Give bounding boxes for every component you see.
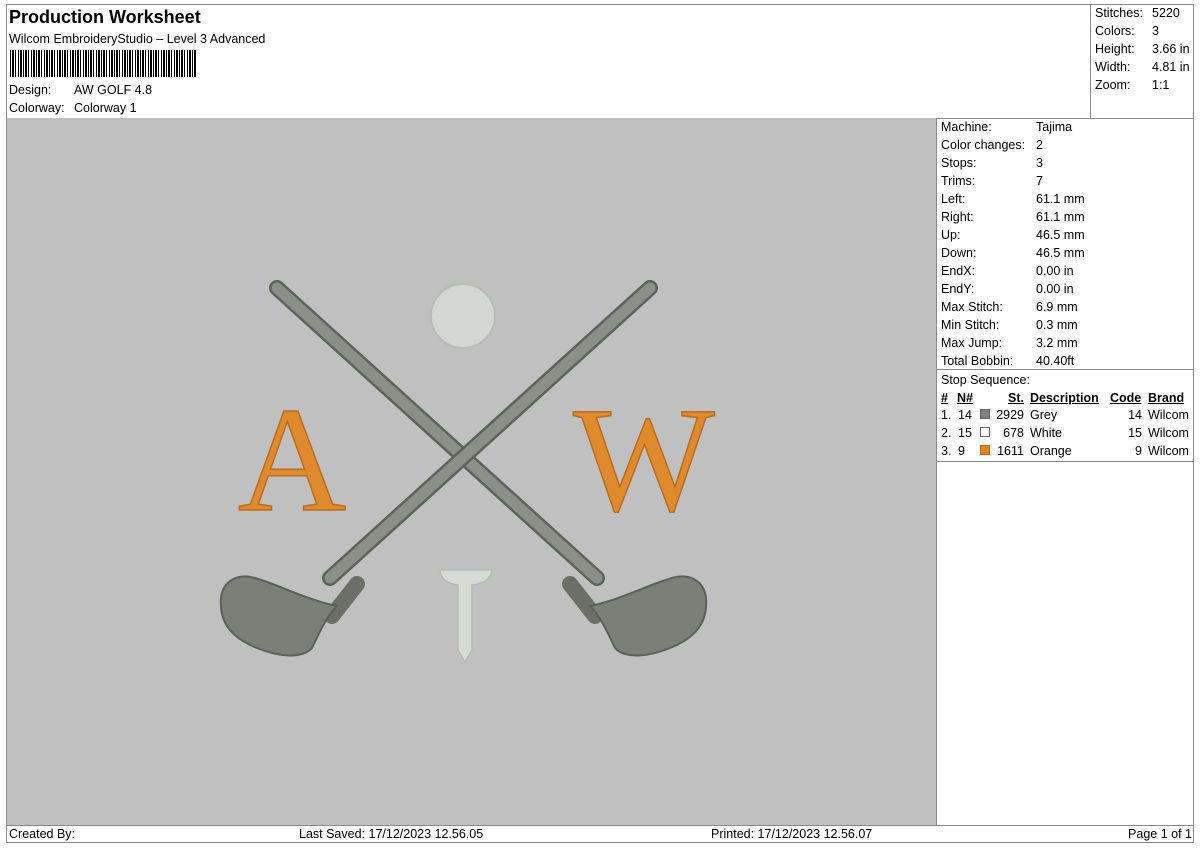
info-label-min-stitch: Min Stitch:: [941, 318, 1000, 332]
info-value-stops: 3: [1036, 156, 1043, 170]
summary-value-width: 4.81 in: [1152, 60, 1190, 74]
row-num: 2.: [941, 426, 952, 440]
row-stitches: 678: [1003, 426, 1024, 440]
golf-tee: [439, 569, 493, 664]
summary-label-width: Width:: [1095, 60, 1131, 74]
info-value-color-changes: 2: [1036, 138, 1043, 152]
stop-sequence-divider: [936, 369, 1194, 370]
row-brand: Wilcom: [1148, 444, 1189, 458]
monogram-letter-w: W: [573, 377, 715, 543]
color-swatch-white: [980, 427, 990, 437]
page-number: Page 1 of 1: [1128, 827, 1192, 841]
summary-divider: [1090, 4, 1091, 118]
column-header-brand: Brand: [1148, 391, 1185, 405]
info-panel-divider: [936, 118, 937, 825]
summary-label-colors: Colors:: [1095, 24, 1135, 38]
colorway-label: Colorway:: [9, 101, 65, 115]
info-value-total-bobbin: 40.40ft: [1036, 354, 1075, 368]
info-label-down: Down:: [941, 246, 977, 260]
design-label: Design:: [9, 83, 52, 97]
info-label-right: Right:: [941, 210, 974, 224]
row-brand: Wilcom: [1148, 408, 1189, 422]
summary-value-colors: 3: [1152, 24, 1159, 38]
design-preview: A W: [7, 118, 936, 825]
row-description: White: [1030, 426, 1062, 440]
golf-club-head-left: [219, 575, 340, 657]
info-value-down: 46.5 mm: [1036, 246, 1085, 260]
design-value: AW GOLF 4.8: [74, 83, 153, 97]
summary-label-height: Height:: [1095, 42, 1135, 56]
created-by: Created By:: [9, 827, 76, 841]
column-header-stitches: St.: [1008, 391, 1024, 405]
info-label-endy: EndY:: [941, 282, 975, 296]
info-label-stops: Stops:: [941, 156, 977, 170]
column-header-needle: N#: [957, 391, 973, 405]
row-needle: 15: [958, 426, 972, 440]
info-label-machine: Machine:: [941, 120, 992, 134]
summary-label-zoom: Zoom:: [1095, 78, 1131, 92]
info-value-left: 61.1 mm: [1036, 192, 1085, 206]
page-title: Production Worksheet: [9, 7, 201, 27]
row-code: 15: [1128, 426, 1142, 440]
column-header-code: Code: [1110, 391, 1142, 405]
info-label-max-jump: Max Jump:: [941, 336, 1003, 350]
club-ferrule-left: [324, 576, 365, 624]
info-value-machine: Tajima: [1036, 120, 1073, 134]
golf-ball: [430, 283, 496, 349]
monogram-letter-a: A: [238, 377, 346, 543]
golf-club-head-right: [587, 575, 708, 657]
summary-value-zoom: 1:1: [1152, 78, 1170, 92]
barcode-image: [10, 50, 196, 77]
row-num: 1.: [941, 408, 952, 422]
info-label-max-stitch: Max Stitch:: [941, 300, 1003, 314]
summary-value-height: 3.66 in: [1152, 42, 1190, 56]
color-swatch-grey: [980, 409, 990, 419]
club-ferrule-right: [562, 576, 603, 624]
stop-sequence-title: Stop Sequence:: [941, 373, 1030, 387]
row-code: 14: [1128, 408, 1142, 422]
row-description: Grey: [1030, 408, 1058, 422]
info-label-color-changes: Color changes:: [941, 138, 1026, 152]
info-value-endy: 0.00 in: [1036, 282, 1074, 296]
info-label-up: Up:: [941, 228, 961, 242]
row-needle: 14: [958, 408, 972, 422]
summary-value-stitches: 5220: [1152, 6, 1180, 20]
stop-sequence-bottom-divider: [936, 461, 1194, 462]
info-value-trims: 7: [1036, 174, 1043, 188]
info-value-up: 46.5 mm: [1036, 228, 1085, 242]
color-swatch-orange: [980, 445, 990, 455]
info-label-left: Left:: [941, 192, 966, 206]
info-value-right: 61.1 mm: [1036, 210, 1085, 224]
info-label-trims: Trims:: [941, 174, 976, 188]
info-value-max-jump: 3.2 mm: [1036, 336, 1078, 350]
footer-divider: [6, 825, 1194, 826]
row-code: 9: [1135, 444, 1142, 458]
row-needle: 9: [958, 444, 965, 458]
info-value-endx: 0.00 in: [1036, 264, 1074, 278]
info-label-total-bobbin: Total Bobbin:: [941, 354, 1014, 368]
row-stitches: 2929: [996, 408, 1024, 422]
row-brand: Wilcom: [1148, 426, 1189, 440]
colorway-value: Colorway 1: [74, 101, 137, 115]
embroidery-design: A W: [219, 280, 716, 664]
info-value-min-stitch: 0.3 mm: [1036, 318, 1078, 332]
software-name: Wilcom EmbroideryStudio – Level 3 Advanc…: [9, 32, 266, 46]
info-value-max-stitch: 6.9 mm: [1036, 300, 1078, 314]
column-header-num: #: [941, 391, 948, 405]
printed-date: Printed: 17/12/2023 12.56.07: [711, 827, 873, 841]
last-saved: Last Saved: 17/12/2023 12.56.05: [299, 827, 484, 841]
column-header-description: Description: [1030, 391, 1099, 405]
row-stitches: 1611: [997, 444, 1024, 458]
row-num: 3.: [941, 444, 952, 458]
summary-label-stitches: Stitches:: [1095, 6, 1143, 20]
row-description: Orange: [1030, 444, 1072, 458]
info-label-endx: EndX:: [941, 264, 976, 278]
